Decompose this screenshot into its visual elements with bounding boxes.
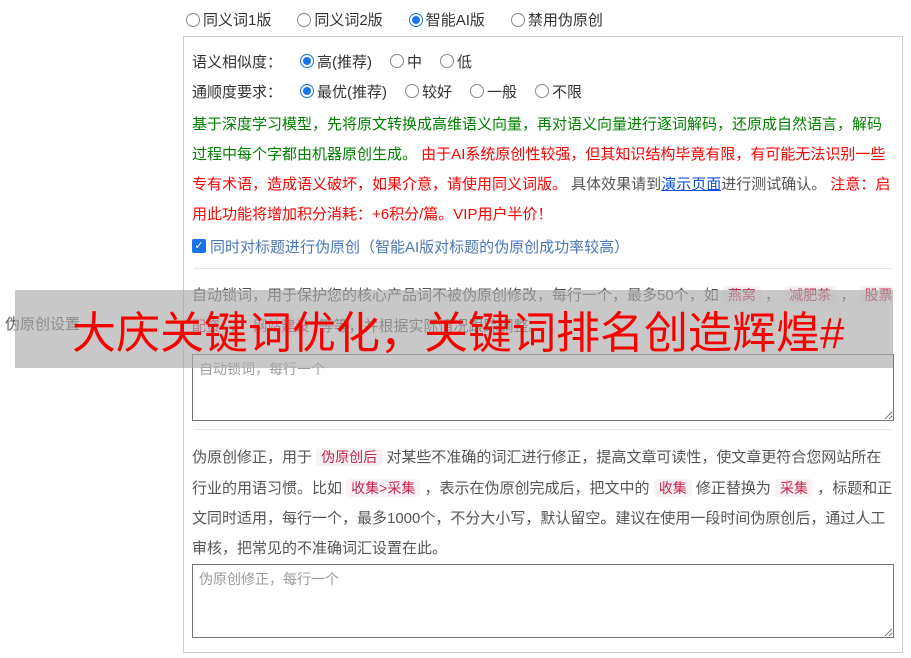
fluency-label: 通顺度要求： xyxy=(192,83,283,101)
radio-label: 中 xyxy=(407,53,423,71)
fluency-row: 通顺度要求： 最优(推荐) 较好 一般 不限 xyxy=(192,76,894,106)
radio-icon[interactable] xyxy=(405,84,420,98)
radio-icon[interactable] xyxy=(510,12,525,27)
text-segment: 修正替换为 xyxy=(691,480,776,497)
radio-label: 不限 xyxy=(552,83,583,101)
fluency-radio-group: 最优(推荐) 较好 一般 不限 xyxy=(300,81,582,102)
radio-option[interactable]: 一般 xyxy=(470,81,517,102)
text-segment: 具体效果请到 xyxy=(567,176,662,193)
radio-label: 同义词2版 xyxy=(314,12,383,29)
radio-option[interactable]: 中 xyxy=(390,51,422,72)
radio-label: 一般 xyxy=(487,83,518,101)
radio-option[interactable]: 较好 xyxy=(405,81,452,102)
radio-label: 低 xyxy=(457,53,473,71)
keyword-chip: 收集 xyxy=(653,479,692,497)
watermark-overlay-band: 大庆关键词优化，关键词排名创造辉煌# xyxy=(15,290,893,368)
divider xyxy=(194,268,892,269)
radio-icon[interactable] xyxy=(390,54,405,68)
radio-label: 较好 xyxy=(422,83,453,101)
radio-icon[interactable] xyxy=(535,84,550,98)
radio-selected-icon[interactable] xyxy=(300,84,315,98)
mode-radio-group: 同义词1版 同义词2版 智能AI版 禁用伪原创 xyxy=(186,9,603,30)
radio-label: 禁用伪原创 xyxy=(527,12,603,29)
watermark-text: 大庆关键词优化，关键词排名创造辉煌# xyxy=(72,309,845,358)
title-pseudo-original-checkbox-row[interactable]: ✓ 同时对标题进行伪原创（智能AI版对标题的伪原创成功率较高） xyxy=(192,232,894,260)
checkbox-checked-icon[interactable]: ✓ xyxy=(192,239,206,253)
radio-selected-icon[interactable] xyxy=(408,12,423,27)
title-checkbox-label: 同时对标题进行伪原创（智能AI版对标题的伪原创成功率较高） xyxy=(210,238,630,256)
text-segment: 进行测试确认。 xyxy=(721,176,831,193)
radio-label: 智能AI版 xyxy=(425,12,485,29)
semantic-similarity-radio-group: 高(推荐) 中 低 xyxy=(300,51,472,72)
radio-option[interactable]: 智能AI版 xyxy=(408,9,485,30)
radio-icon[interactable] xyxy=(470,84,485,98)
radio-label: 最优(推荐) xyxy=(317,83,388,101)
radio-label: 同义词1版 xyxy=(203,12,272,29)
ai-mode-description: 基于深度学习模型，先将原文转换成高维语义向量，再对语义向量进行逐词解码，还原成自… xyxy=(192,110,894,230)
divider xyxy=(194,429,892,430)
demo-page-link[interactable]: 演示页面 xyxy=(661,176,721,193)
radio-icon[interactable] xyxy=(297,12,312,27)
radio-option[interactable]: 高(推荐) xyxy=(300,51,372,72)
keyword-chip: 采集 xyxy=(775,479,814,497)
correction-textarea[interactable] xyxy=(192,564,894,638)
radio-option[interactable]: 同义词2版 xyxy=(297,9,383,30)
radio-selected-icon[interactable] xyxy=(300,54,315,68)
text-segment: 伪原创修正，用于 xyxy=(192,449,317,466)
radio-option[interactable]: 同义词1版 xyxy=(186,9,271,30)
semantic-similarity-label: 语义相似度： xyxy=(192,53,283,71)
radio-icon[interactable] xyxy=(186,12,200,27)
semantic-similarity-row: 语义相似度： 高(推荐) 中 低 xyxy=(192,46,894,76)
radio-icon[interactable] xyxy=(440,54,455,68)
radio-option[interactable]: 禁用伪原创 xyxy=(510,9,603,30)
keyword-chip: 伪原创后 xyxy=(316,448,383,466)
radio-option[interactable]: 不限 xyxy=(535,81,582,102)
text-segment: ，表示在伪原创完成后，把文中的 xyxy=(420,480,654,497)
radio-option[interactable]: 低 xyxy=(440,51,472,72)
keyword-chip: 收集>采集 xyxy=(346,479,421,497)
radio-label: 高(推荐) xyxy=(317,53,373,71)
correction-description: 伪原创修正，用于 伪原创后 对某些不准确的词汇进行修正，提高文章可读性，使文章更… xyxy=(192,442,894,564)
radio-option[interactable]: 最优(推荐) xyxy=(300,81,387,102)
